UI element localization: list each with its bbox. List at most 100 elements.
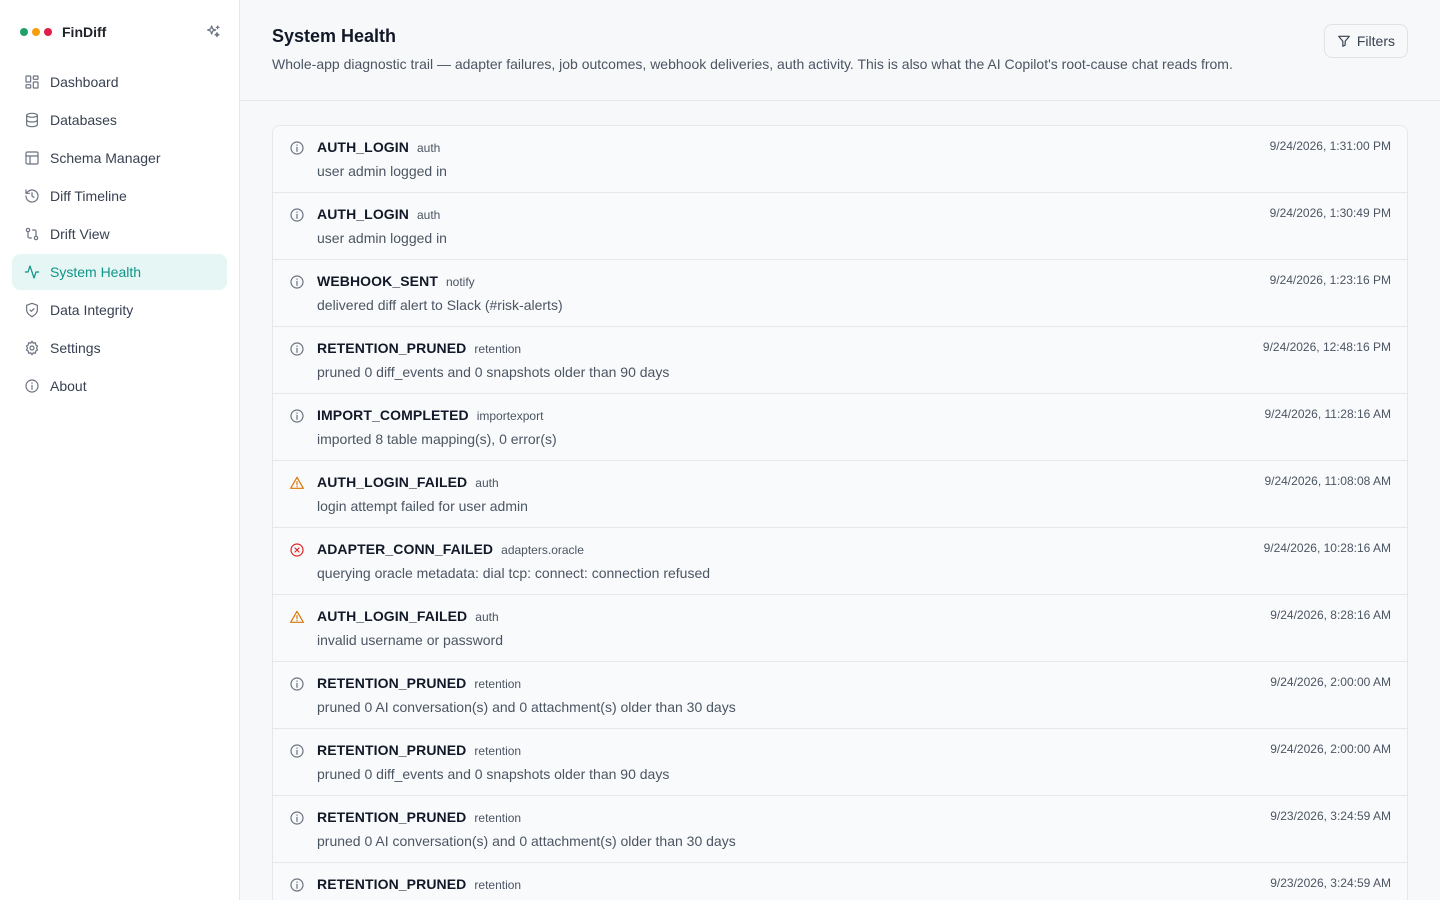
sidebar-item-label: System Health — [50, 264, 142, 280]
event-timestamp: 9/24/2026, 1:23:16 PM — [1269, 273, 1391, 287]
event-row[interactable]: AUTH_LOGIN auth user admin logged in 9/24/2… — [273, 193, 1407, 260]
event-message: pruned 0 AI conversation(s) and 0 attach… — [317, 699, 736, 715]
event-message: querying oracle metadata: dial tcp: conn… — [317, 565, 711, 581]
filters-label: Filters — [1356, 33, 1395, 49]
event-timestamp: 9/24/2026, 12:48:16 PM — [1262, 340, 1391, 354]
sidebar-item-label: About — [50, 378, 87, 394]
brand-dot-amber — [32, 28, 40, 36]
event-row[interactable]: AUTH_LOGIN auth user admin logged in 9/24/2… — [273, 126, 1407, 193]
warning-icon — [289, 609, 305, 625]
sidebar-item-dashboard[interactable]: Dashboard — [12, 64, 227, 100]
info-icon — [289, 676, 305, 692]
event-timestamp: 9/24/2026, 11:28:16 AM — [1264, 407, 1391, 421]
sidebar-item-label: Diff Timeline — [50, 188, 127, 204]
brand-dot-red — [44, 28, 52, 36]
info-icon — [289, 341, 305, 357]
sidebar-item-settings[interactable]: Settings — [12, 330, 227, 366]
info-icon — [289, 140, 305, 156]
event-row[interactable]: RETENTION_PRUNED retention pruned 0 AI con… — [273, 662, 1407, 729]
event-code: AUTH_LOGIN — [317, 206, 409, 222]
event-code: AUTH_LOGIN_FAILED — [317, 474, 468, 490]
sidebar-item-diff-timeline[interactable]: Diff Timeline — [12, 178, 227, 214]
filter-icon — [1337, 34, 1351, 48]
event-timestamp: 9/23/2026, 3:24:59 AM — [1270, 876, 1391, 890]
event-timestamp: 9/23/2026, 3:24:59 AM — [1270, 809, 1391, 823]
event-code: RETENTION_PRUNED — [317, 675, 467, 691]
shield-check-icon — [24, 302, 40, 318]
activity-icon — [24, 264, 40, 280]
event-message: user admin logged in — [317, 163, 447, 179]
event-code: AUTH_LOGIN_FAILED — [317, 608, 468, 624]
event-category: importexport — [476, 409, 544, 423]
event-row[interactable]: RETENTION_PRUNED retention pruned 0 diff_e… — [273, 729, 1407, 796]
brand-dot-green — [20, 28, 28, 36]
info-icon — [289, 408, 305, 424]
sidebar-item-databases[interactable]: Databases — [12, 102, 227, 138]
event-category: retention — [474, 744, 522, 758]
page-description: Whole-app diagnostic trail — adapter fai… — [272, 56, 1233, 72]
event-message: pruned 0 diff_events and 0 snapshots old… — [317, 364, 670, 380]
info-icon — [24, 378, 40, 394]
event-category: retention — [474, 878, 522, 892]
event-category: retention — [474, 342, 522, 356]
error-icon — [289, 542, 305, 558]
event-category: retention — [474, 677, 522, 691]
event-timestamp: 9/24/2026, 8:28:16 AM — [1270, 608, 1391, 622]
sidebar-nav: Dashboard Databases Schema Manager Diff Tim… — [0, 64, 239, 404]
event-message: invalid username or password — [317, 632, 503, 648]
dashboard-icon — [24, 74, 40, 90]
event-row[interactable]: RETENTION_PRUNED retention pruned 0 diff_e… — [273, 327, 1407, 394]
event-code: WEBHOOK_SENT — [317, 273, 438, 289]
event-code: AUTH_LOGIN — [317, 139, 409, 155]
info-icon — [289, 743, 305, 759]
warning-icon — [289, 475, 305, 491]
info-icon — [289, 877, 305, 893]
event-timestamp: 9/24/2026, 1:30:49 PM — [1269, 206, 1391, 220]
event-row[interactable]: WEBHOOK_SENT notify delivered diff alert t… — [273, 260, 1407, 327]
sparkles-icon[interactable] — [201, 20, 225, 44]
sidebar-item-label: Data Integrity — [50, 302, 134, 318]
event-code: IMPORT_COMPLETED — [317, 407, 469, 423]
main-content: System Health Whole-app diagnostic trail… — [240, 0, 1440, 900]
event-row[interactable]: ADAPTER_CONN_FAILED adapters.oracle queryi… — [273, 528, 1407, 595]
table-icon — [24, 150, 40, 166]
event-timestamp: 9/24/2026, 1:31:00 PM — [1269, 139, 1391, 153]
sidebar-item-system-health[interactable]: System Health — [12, 254, 227, 290]
event-message: pruned 0 AI conversation(s) and 0 attach… — [317, 833, 736, 849]
sidebar-item-label: Schema Manager — [50, 150, 161, 166]
sidebar-item-label: Drift View — [50, 226, 110, 242]
info-icon — [289, 810, 305, 826]
event-message: delivered diff alert to Slack (#risk-ale… — [317, 297, 563, 313]
event-timestamp: 9/24/2026, 2:00:00 AM — [1270, 675, 1391, 689]
sidebar-item-about[interactable]: About — [12, 368, 227, 404]
app-name: FinDiff — [62, 24, 107, 40]
event-code: RETENTION_PRUNED — [317, 340, 467, 356]
page-header: System Health Whole-app diagnostic trail… — [240, 0, 1440, 101]
event-timestamp: 9/24/2026, 10:28:16 AM — [1263, 541, 1391, 555]
sidebar-item-drift-view[interactable]: Drift View — [12, 216, 227, 252]
sidebar-item-schema-manager[interactable]: Schema Manager — [12, 140, 227, 176]
event-row[interactable]: AUTH_LOGIN_FAILED auth login attempt faile… — [273, 461, 1407, 528]
git-compare-icon — [24, 226, 40, 242]
sidebar: FinDiff Dashboard Databases Schema Manager… — [0, 0, 240, 900]
sidebar-item-data-integrity[interactable]: Data Integrity — [12, 292, 227, 328]
brand-header: FinDiff — [0, 0, 239, 64]
event-code: RETENTION_PRUNED — [317, 809, 467, 825]
event-row[interactable]: RETENTION_PRUNED retention 9/23/2026, 3:24… — [273, 863, 1407, 900]
event-message: pruned 0 diff_events and 0 snapshots old… — [317, 766, 670, 782]
event-category: auth — [417, 208, 441, 222]
event-category: notify — [446, 275, 475, 289]
event-category: adapters.oracle — [501, 543, 584, 557]
event-category: auth — [475, 476, 499, 490]
event-timestamp: 9/24/2026, 2:00:00 AM — [1270, 742, 1391, 756]
sidebar-item-label: Dashboard — [50, 74, 119, 90]
sidebar-item-label: Settings — [50, 340, 101, 356]
event-row[interactable]: RETENTION_PRUNED retention pruned 0 AI con… — [273, 796, 1407, 863]
event-category: retention — [474, 811, 522, 825]
event-code: RETENTION_PRUNED — [317, 876, 467, 892]
event-message: imported 8 table mapping(s), 0 error(s) — [317, 431, 557, 447]
event-message: user admin logged in — [317, 230, 447, 246]
event-row[interactable]: AUTH_LOGIN_FAILED auth invalid username or… — [273, 595, 1407, 662]
filters-button[interactable]: Filters — [1323, 24, 1408, 58]
event-row[interactable]: IMPORT_COMPLETED importexport imported 8 t… — [273, 394, 1407, 461]
